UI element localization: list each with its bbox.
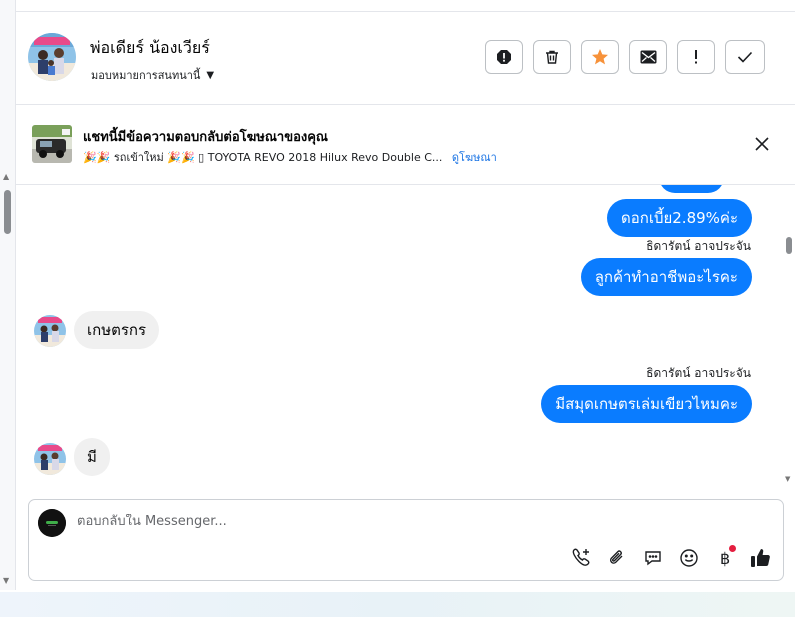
bottom-background xyxy=(0,592,795,617)
outgoing-message[interactable]: ดอกเบี้ย2.89%ค่ะ xyxy=(606,199,752,237)
message-composer: ฿ xyxy=(28,499,784,581)
assign-label: มอบหมายการสนทนานี้ xyxy=(91,69,201,82)
thumbs-up-icon xyxy=(751,549,770,567)
conversation-header: พ่อเดียร์ น้องเวียร์ มอบหมายการสนทนานี้ … xyxy=(16,12,795,105)
scroll-down-arrow-icon[interactable]: ▼ xyxy=(785,475,790,483)
ad-banner-title: แชทนี้มีข้อความตอบกลับต่อโฆษณาของคุณ xyxy=(83,130,328,145)
sender-name: ธิดารัตน์ อาจประจัน xyxy=(646,366,751,380)
caret-down-icon: ▼ xyxy=(206,69,215,81)
mark-spam-button[interactable] xyxy=(485,40,523,74)
star-button[interactable] xyxy=(581,40,619,74)
saved-replies-button[interactable] xyxy=(641,546,665,570)
contact-avatar-small[interactable] xyxy=(34,443,66,475)
exclamation-icon xyxy=(695,50,697,64)
check-icon xyxy=(737,51,753,63)
payment-button[interactable]: ฿ xyxy=(713,545,737,570)
contact-avatar-small[interactable] xyxy=(34,315,66,347)
envelope-icon xyxy=(640,50,656,64)
ad-thumbnail[interactable] xyxy=(32,125,72,163)
message-text: ลูกค้าทำอาชีพอะไรคะ xyxy=(594,268,738,286)
outgoing-message[interactable]: มีสมุดเกษตรเล่มเขียวไหมคะ xyxy=(541,385,752,423)
reply-input[interactable] xyxy=(77,514,677,529)
sender-name: ธิดารัตน์ อาจประจัน xyxy=(646,239,751,253)
star-icon xyxy=(592,49,608,65)
chat-scrollbar[interactable]: ▼ xyxy=(783,185,795,490)
left-scrollbar[interactable]: ▲ ▼ xyxy=(0,0,16,590)
contact-name[interactable]: พ่อเดียร์ น้องเวียร์ xyxy=(90,36,210,61)
saved-reply-icon xyxy=(645,551,661,566)
view-ad-link[interactable]: ดูโฆษณา xyxy=(452,151,497,164)
phone-add-icon xyxy=(572,548,590,566)
incoming-message[interactable]: เกษตรกร xyxy=(74,311,160,349)
close-icon xyxy=(755,137,769,151)
scroll-down-arrow-icon[interactable]: ▼ xyxy=(3,576,9,585)
mark-unread-button[interactable] xyxy=(629,40,667,74)
ad-banner-subtitle: 🎉🎉 รถเข้าใหม่ 🎉🎉 ▯ TOYOTA REVO 2018 Hilu… xyxy=(83,148,497,166)
emoji-icon xyxy=(680,549,698,567)
scrollbar-thumb[interactable] xyxy=(786,237,792,254)
composer-toolbar: ฿ xyxy=(569,545,773,570)
close-banner-button[interactable] xyxy=(753,135,771,153)
delete-button[interactable] xyxy=(533,40,571,74)
spam-icon xyxy=(497,50,511,64)
ad-reply-banner: แชทนี้มีข้อความตอบกลับต่อโฆษณาของคุณ 🎉🎉 … xyxy=(16,105,795,185)
mark-done-button[interactable] xyxy=(725,40,765,74)
trash-icon xyxy=(546,50,558,64)
scrollbar-thumb[interactable] xyxy=(4,190,11,234)
attach-button[interactable] xyxy=(605,546,629,570)
assign-conversation-dropdown[interactable]: มอบหมายการสนทนานี้ ▼ xyxy=(91,66,214,84)
incoming-message[interactable]: มี xyxy=(74,438,110,476)
contact-avatar[interactable] xyxy=(28,33,76,81)
conversation-actions xyxy=(485,40,765,74)
message-thread[interactable]: ดอกเบี้ย2.89%ค่ะ ธิดารัตน์ อาจประจัน ลูก… xyxy=(16,185,779,490)
paperclip-icon xyxy=(610,550,623,564)
top-border xyxy=(0,0,795,12)
message-text: มี xyxy=(87,448,97,466)
outgoing-message-partial[interactable] xyxy=(659,185,724,193)
follow-up-button[interactable] xyxy=(677,40,715,74)
call-button[interactable] xyxy=(569,546,593,570)
svg-text:฿: ฿ xyxy=(720,549,730,568)
emoji-button[interactable] xyxy=(677,546,701,570)
notification-dot xyxy=(729,545,736,552)
outgoing-message[interactable]: ลูกค้าทำอาชีพอะไรคะ xyxy=(580,258,752,296)
ad-description: 🎉🎉 รถเข้าใหม่ 🎉🎉 ▯ TOYOTA REVO 2018 Hilu… xyxy=(83,151,443,164)
message-text: ดอกเบี้ย2.89%ค่ะ xyxy=(620,209,738,227)
page-avatar xyxy=(38,509,66,537)
message-text: เกษตรกร xyxy=(87,321,147,339)
scroll-up-arrow-icon[interactable]: ▲ xyxy=(3,172,9,181)
like-button[interactable] xyxy=(749,546,773,570)
message-text: มีสมุดเกษตรเล่มเขียวไหมคะ xyxy=(555,395,738,413)
